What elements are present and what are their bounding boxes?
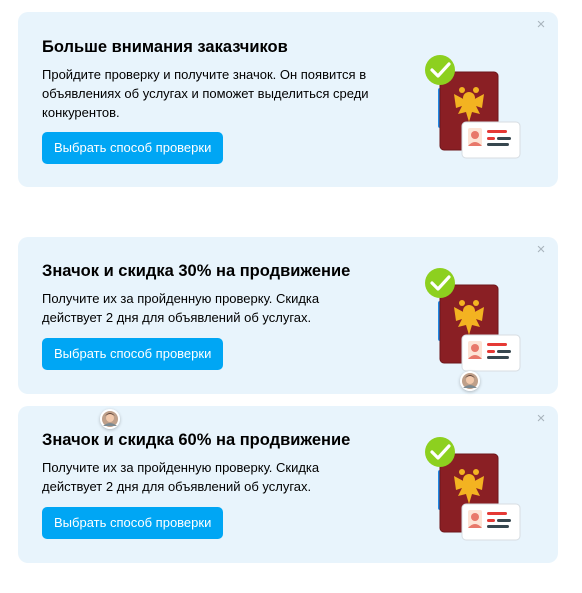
- promo-card-verification: Больше внимания заказчиков Пройдите пров…: [18, 12, 558, 187]
- choose-verification-button[interactable]: Выбрать способ проверки: [42, 338, 224, 370]
- choose-verification-button[interactable]: Выбрать способ проверки: [42, 507, 224, 539]
- card-title: Значок и скидка 60% на продвижение: [42, 431, 351, 449]
- passport-verified-icon: [423, 53, 522, 160]
- passport-verified-icon: [423, 266, 522, 373]
- avatar: [460, 371, 480, 391]
- close-icon[interactable]: ×: [534, 242, 548, 257]
- card-description: Пройдите проверку и получите значок. Он …: [42, 67, 369, 120]
- card-description: Получите их за пройденную проверку. Скид…: [42, 460, 320, 494]
- close-icon[interactable]: ×: [534, 17, 548, 32]
- close-icon[interactable]: ×: [534, 411, 548, 426]
- promo-card-discount-60: Значок и скидка 60% на продвижение Получ…: [18, 406, 558, 563]
- card-description: Получите их за пройденную проверку. Скид…: [42, 291, 320, 325]
- avatar: [100, 409, 120, 429]
- promo-card-discount-30: Значок и скидка 30% на продвижение Получ…: [18, 237, 558, 394]
- card-title: Больше внимания заказчиков: [42, 38, 288, 56]
- choose-verification-button[interactable]: Выбрать способ проверки: [42, 132, 224, 164]
- card-title: Значок и скидка 30% на продвижение: [42, 262, 351, 280]
- passport-verified-icon: [423, 435, 522, 542]
